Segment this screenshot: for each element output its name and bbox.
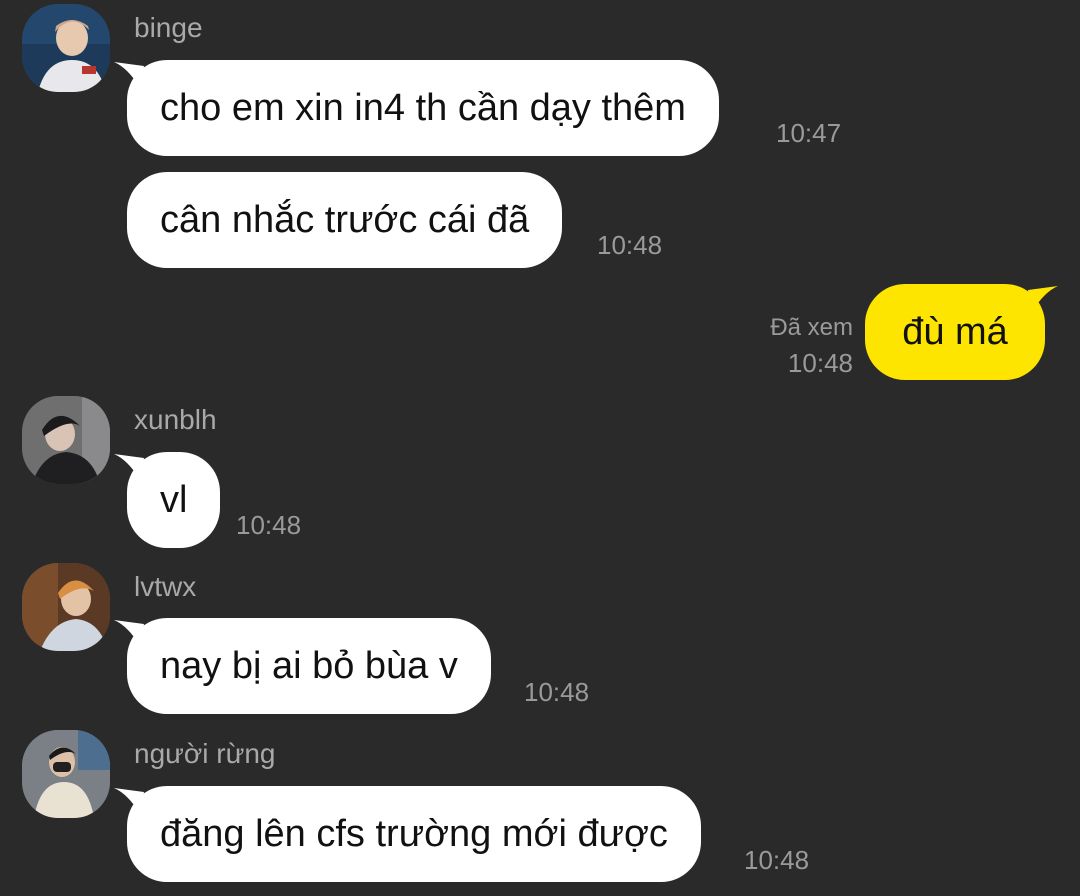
sender-name: xunblh [134, 404, 217, 435]
message-bubble[interactable]: vl [127, 452, 221, 548]
message-time: 10:48 [236, 510, 302, 540]
outgoing-message-bubble[interactable]: đù má [865, 284, 1045, 380]
avatar-nguoi-rung[interactable] [22, 730, 110, 818]
message-bubble[interactable]: cân nhắc trước cái đã [127, 172, 563, 268]
bubble-tail [1028, 286, 1058, 312]
message-time: 10:48 [787, 348, 853, 378]
message-bubble[interactable]: đăng lên cfs trường mới được [127, 786, 701, 882]
message-time: 10:48 [597, 230, 663, 260]
profile-photo-icon [22, 563, 110, 651]
avatar-binge[interactable] [22, 4, 110, 92]
sender-name: người rừng [134, 738, 276, 769]
profile-photo-icon [22, 730, 110, 818]
profile-photo-icon [22, 4, 110, 92]
avatar-xunblh[interactable] [22, 396, 110, 484]
message-time: 10:48 [744, 845, 810, 875]
read-status: Đã xem [770, 314, 853, 341]
message-bubble[interactable]: nay bị ai bỏ bùa v [127, 618, 491, 714]
profile-photo-icon [22, 396, 110, 484]
avatar-lvtwx[interactable] [22, 563, 110, 651]
chat-thread[interactable]: binge cho em xin in4 th cần dạy thêm 10:… [0, 0, 1080, 896]
message-time: 10:48 [524, 677, 590, 707]
message-time: 10:47 [776, 118, 842, 148]
sender-name: lvtwx [134, 571, 197, 602]
message-bubble[interactable]: cho em xin in4 th cần dạy thêm [127, 60, 719, 156]
sender-name: binge [134, 12, 203, 43]
